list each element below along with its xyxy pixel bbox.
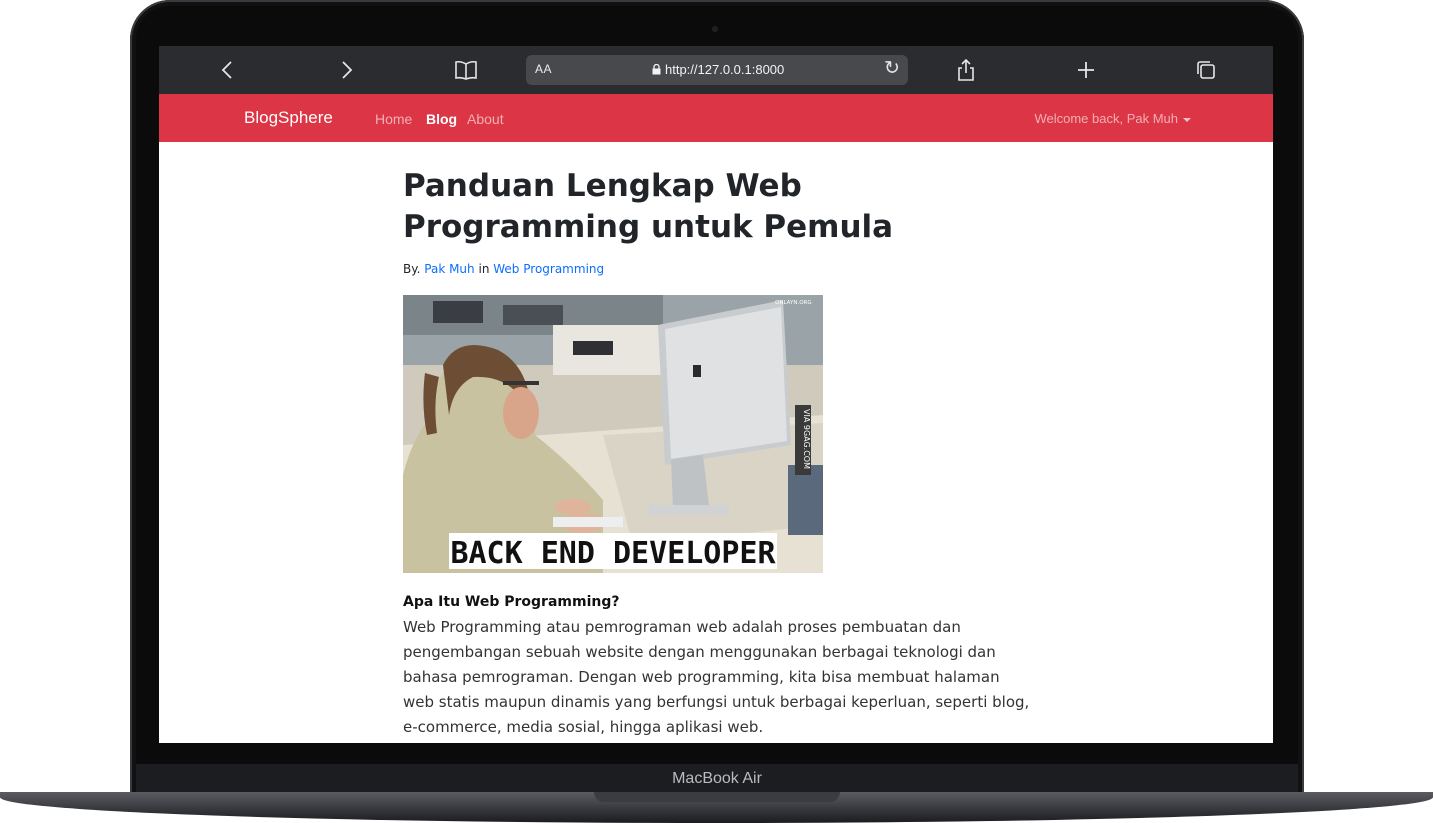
brand-logo[interactable]: BlogSphere (244, 108, 333, 128)
meme-illustration: VIA 9GAG.COM ONLAYN.ORG BACK END DEVELOP… (403, 295, 823, 573)
caret-down-icon (1183, 117, 1191, 122)
forward-icon[interactable] (333, 56, 361, 84)
section-heading: Apa Itu Web Programming? (403, 594, 620, 610)
lock-icon (652, 63, 661, 75)
article-byline: By. Pak Muh in Web Programming (403, 262, 1033, 276)
nav-home[interactable]: Home (375, 111, 412, 127)
browser-screen: AA http://127.0.0.1:8000 ↻ BlogSphere Ho… (159, 46, 1273, 743)
camera-icon (712, 26, 718, 32)
address-bar[interactable]: AA http://127.0.0.1:8000 ↻ (526, 55, 908, 85)
device-label: MacBook Air (672, 770, 762, 787)
new-tab-icon[interactable] (1072, 56, 1100, 84)
bookmarks-icon[interactable] (452, 56, 480, 84)
text-size-button[interactable]: AA (535, 62, 552, 76)
top-watermark: ONLAYN.ORG (775, 300, 812, 306)
in-word: in (478, 262, 490, 276)
side-watermark: VIA 9GAG.COM (802, 409, 811, 469)
article-title: Panduan Lengkap Web Programming untuk Pe… (403, 168, 894, 245)
site-navbar: BlogSphere Home Blog About Welcome back,… (159, 94, 1273, 142)
article-image: VIA 9GAG.COM ONLAYN.ORG BACK END DEVELOP… (403, 295, 823, 573)
by-prefix: By. (403, 262, 421, 276)
reload-icon[interactable]: ↻ (884, 57, 900, 80)
author-link[interactable]: Pak Muh (424, 262, 474, 276)
image-caption: BACK END DEVELOPER (450, 536, 776, 571)
user-dropdown[interactable]: Welcome back, Pak Muh (1034, 111, 1191, 126)
category-link[interactable]: Web Programming (493, 262, 604, 276)
nav-blog[interactable]: Blog (426, 111, 457, 127)
article-paragraph: Web Programming atau pemrograman web ada… (403, 618, 1030, 736)
url-text: http://127.0.0.1:8000 (652, 62, 784, 77)
tabs-icon[interactable] (1192, 56, 1220, 84)
browser-toolbar: AA http://127.0.0.1:8000 ↻ (159, 46, 1273, 94)
welcome-text: Welcome back, Pak Muh (1034, 111, 1178, 126)
back-icon[interactable] (213, 56, 241, 84)
nav-about[interactable]: About (467, 111, 504, 127)
share-icon[interactable] (952, 56, 980, 84)
laptop-notch (594, 792, 840, 802)
url-value: http://127.0.0.1:8000 (665, 62, 785, 77)
article: Panduan Lengkap Web Programming untuk Pe… (403, 166, 1033, 736)
